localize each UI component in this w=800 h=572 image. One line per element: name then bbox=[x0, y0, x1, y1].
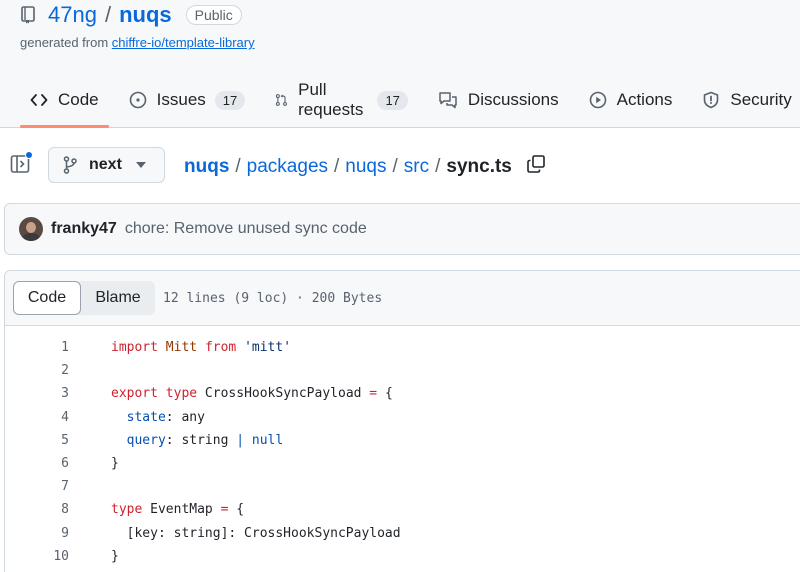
visibility-badge: Public bbox=[185, 5, 242, 25]
line-number[interactable]: 8 bbox=[5, 502, 69, 517]
breadcrumb-separator: / bbox=[435, 156, 441, 177]
code-line-text: import Mitt from 'mitt' bbox=[111, 340, 292, 356]
template-link[interactable]: chiffre-io/template-library bbox=[112, 35, 255, 50]
avatar[interactable] bbox=[19, 217, 43, 241]
blame-view-button[interactable]: Blame bbox=[81, 281, 155, 315]
tab-discussions-label: Discussions bbox=[467, 90, 559, 109]
tab-pull-requests-label: Pull requests bbox=[298, 80, 364, 119]
code-line: 3 export type CrossHookSyncPayload = { bbox=[5, 382, 800, 405]
tab-actions-label: Actions bbox=[616, 90, 673, 109]
code-line: 10} bbox=[5, 545, 800, 568]
breadcrumb-separator: / bbox=[334, 156, 340, 177]
file-header: Code Blame 12 lines (9 loc) · 200 Bytes bbox=[5, 271, 800, 326]
code-line: 1 import Mitt from 'mitt' bbox=[5, 336, 800, 359]
code-line-text: query: string | null bbox=[126, 432, 284, 448]
code-line: 4 state: any bbox=[5, 406, 800, 429]
breadcrumb-separator: / bbox=[392, 156, 398, 177]
repo-icon bbox=[20, 6, 36, 24]
code-line-text: } bbox=[111, 548, 119, 564]
code-line-text: [key: string]: CrossHookSyncPayload bbox=[111, 525, 401, 541]
breadcrumb: nuqs / packages / nuqs / src / sync.ts bbox=[184, 154, 546, 180]
code-line-text: } bbox=[111, 456, 119, 472]
latest-commit-bar: franky47 chore: Remove unused sync code bbox=[4, 203, 800, 255]
breadcrumb-nuqs-link[interactable]: nuqs bbox=[345, 156, 386, 178]
line-number[interactable]: 6 bbox=[5, 456, 69, 471]
code-line: 7 bbox=[5, 475, 800, 498]
tab-issues-label: Issues bbox=[156, 90, 206, 109]
tab-actions[interactable]: Actions bbox=[579, 78, 683, 122]
branch-select-button[interactable]: next bbox=[48, 147, 165, 183]
repo-header: 47ng / nuqs Public generated from chiffr… bbox=[0, 0, 800, 128]
tab-code[interactable]: Code bbox=[20, 78, 109, 128]
shield-icon bbox=[704, 91, 719, 109]
line-number[interactable]: 4 bbox=[5, 410, 69, 425]
breadcrumb-current-file: sync.ts bbox=[446, 156, 512, 177]
code-line: 9 [key: string]: CrossHookSyncPayload bbox=[5, 522, 800, 545]
file-navigation: next nuqs / packages / nuqs / src / sync… bbox=[0, 130, 800, 194]
code-line-text: export type CrossHookSyncPayload = { bbox=[111, 386, 393, 402]
code-line-text: type EventMap = { bbox=[111, 502, 245, 518]
code-icon bbox=[30, 94, 48, 106]
chevron-down-icon bbox=[135, 162, 146, 168]
tab-issues[interactable]: Issues 17 bbox=[119, 78, 256, 122]
code-line: 6} bbox=[5, 452, 800, 475]
line-number[interactable]: 5 bbox=[5, 433, 69, 448]
breadcrumb-packages-link[interactable]: packages bbox=[247, 156, 328, 178]
line-number[interactable]: 3 bbox=[5, 386, 69, 401]
copy-icon bbox=[527, 155, 545, 173]
tab-pull-requests[interactable]: Pull requests 17 bbox=[265, 78, 418, 122]
code-line: 5 query: string | null bbox=[5, 429, 800, 452]
line-number[interactable]: 9 bbox=[5, 526, 69, 541]
branch-name: next bbox=[89, 156, 122, 173]
generated-prefix: generated from bbox=[20, 35, 112, 50]
repo-title-row: 47ng / nuqs Public bbox=[20, 0, 242, 30]
repo-tabs: Code Issues 17 Pull requests 17 Discussi… bbox=[20, 78, 800, 128]
line-number[interactable]: 7 bbox=[5, 479, 69, 494]
copy-path-button[interactable] bbox=[526, 154, 546, 180]
code-line: 8 type EventMap = { bbox=[5, 498, 800, 521]
breadcrumb-src-link[interactable]: src bbox=[404, 156, 429, 178]
generated-from-text: generated from chiffre-io/template-libra… bbox=[20, 35, 255, 50]
pull-request-icon bbox=[276, 94, 288, 106]
file-info: 12 lines (9 loc) · 200 Bytes bbox=[163, 290, 383, 306]
repo-separator: / bbox=[104, 2, 112, 27]
repo-name-link[interactable]: nuqs bbox=[119, 2, 172, 28]
commit-author-link[interactable]: franky47 bbox=[51, 220, 117, 238]
issue-icon bbox=[129, 91, 146, 109]
view-toggle: Code Blame bbox=[13, 281, 155, 315]
tab-code-label: Code bbox=[58, 90, 99, 109]
play-icon bbox=[589, 91, 606, 109]
code-content[interactable]: 1 import Mitt from 'mitt' 2 3 export type … bbox=[5, 326, 800, 568]
repo-owner-link[interactable]: 47ng bbox=[48, 2, 97, 28]
breadcrumb-repo-link[interactable]: nuqs bbox=[184, 156, 229, 178]
tab-security[interactable]: Security bbox=[692, 78, 800, 122]
code-line-text: state: any bbox=[126, 409, 205, 425]
tab-security-label: Security bbox=[730, 90, 792, 109]
pull-requests-count-badge: 17 bbox=[377, 90, 408, 110]
file-viewer: Code Blame 12 lines (9 loc) · 200 Bytes … bbox=[4, 270, 800, 572]
line-number[interactable]: 10 bbox=[5, 549, 69, 564]
notification-dot bbox=[25, 151, 33, 159]
issues-count-badge: 17 bbox=[214, 90, 246, 110]
breadcrumb-separator: / bbox=[235, 156, 241, 177]
code-line: 2 bbox=[5, 359, 800, 382]
branch-icon bbox=[63, 156, 77, 174]
discussions-icon bbox=[439, 92, 457, 109]
commit-message-link[interactable]: chore: Remove unused sync code bbox=[125, 220, 367, 238]
tab-discussions[interactable]: Discussions bbox=[428, 78, 569, 122]
code-view-button[interactable]: Code bbox=[13, 281, 81, 315]
line-number[interactable]: 2 bbox=[5, 363, 69, 378]
line-number[interactable]: 1 bbox=[5, 340, 69, 355]
